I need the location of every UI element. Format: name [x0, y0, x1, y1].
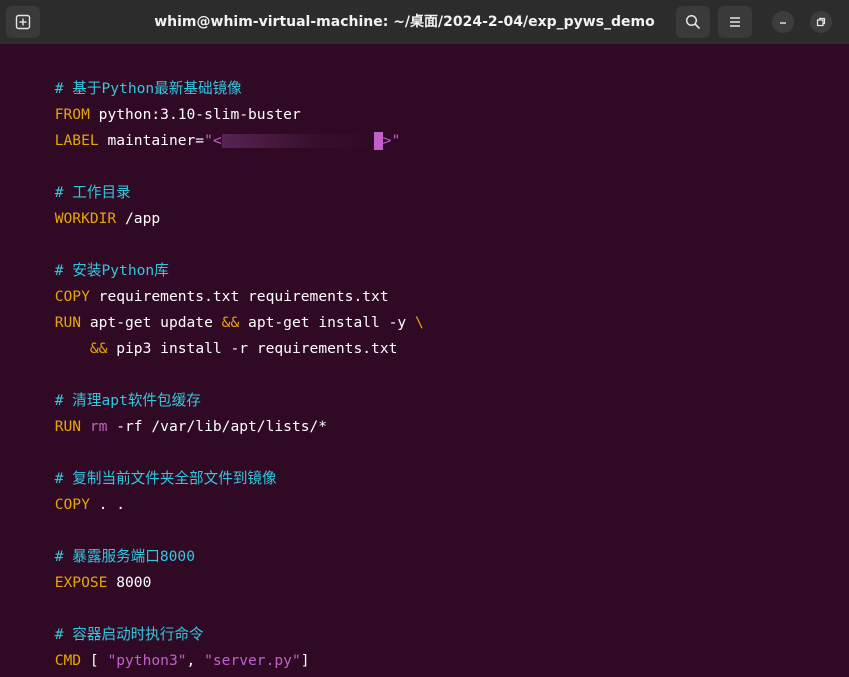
code-line: EXPOSE 8000 — [2, 544, 152, 591]
text-cursor — [373, 132, 383, 150]
code-line: # 暴露服务端口8000 — [2, 518, 195, 565]
code-line: && pip3 install -r requirements.txt — [2, 310, 398, 357]
line-continuation: \ — [414, 314, 424, 331]
code-text: 8000 — [107, 574, 152, 591]
search-icon — [685, 14, 701, 30]
redacted-email — [221, 134, 374, 148]
code-text: -rf /var/lib/apt/lists/* — [107, 418, 328, 435]
keyword: COPY — [54, 496, 90, 513]
new-tab-button[interactable] — [6, 6, 40, 38]
code-text: , — [186, 652, 205, 669]
code-line: # 基于Python最新基础镜像 — [2, 50, 242, 97]
title-bar[interactable]: whim@whim-virtual-machine: ~/桌面/2024-2-0… — [0, 0, 849, 44]
menu-button[interactable] — [718, 6, 752, 38]
operator: && — [89, 340, 108, 357]
code-line: CMD [ "python3", "server.py"] — [2, 622, 310, 669]
code-line: # 安装Python库 — [2, 232, 169, 279]
command-name: rm — [81, 418, 108, 435]
terminal-window: whim@whim-virtual-machine: ~/桌面/2024-2-0… — [0, 0, 849, 677]
code-line: # 容器启动时执行命令 — [2, 596, 204, 643]
keyword: EXPOSE — [54, 574, 108, 591]
minimize-icon — [780, 22, 786, 24]
code-line: FROM python:3.10-slim-buster — [2, 76, 301, 123]
search-button[interactable] — [676, 6, 710, 38]
code-text: pip3 install -r requirements.txt — [107, 340, 398, 357]
code-text: /app — [116, 210, 161, 227]
hamburger-menu-icon — [730, 17, 740, 27]
string-literal: "python3" — [107, 652, 187, 669]
window-title: whim@whim-virtual-machine: ~/桌面/2024-2-0… — [154, 14, 655, 30]
string-literal: "server.py" — [204, 652, 301, 669]
keyword: CMD — [54, 652, 82, 669]
code-line: COPY requirements.txt requirements.txt — [2, 258, 389, 305]
code-line: # 复制当前文件夹全部文件到镜像 — [2, 440, 277, 487]
string-literal: "< — [204, 132, 222, 149]
code-line: WORKDIR /app — [2, 180, 160, 227]
minimize-button[interactable] — [772, 11, 794, 33]
code-line: COPY . . — [2, 466, 125, 513]
code-line: LABEL maintainer="< >" — [2, 102, 400, 150]
keyword: RUN — [54, 418, 82, 435]
code-line: RUN apt-get update && apt-get install -y… — [2, 284, 424, 331]
code-line: # 工作目录 — [2, 154, 131, 201]
code-line: RUN rm -rf /var/lib/apt/lists/* — [2, 388, 327, 435]
terminal-output[interactable]: # 基于Python最新基础镜像 FROM python:3.10-slim-b… — [0, 44, 849, 677]
keyword: WORKDIR — [54, 210, 117, 227]
code-text: maintainer= — [98, 132, 205, 149]
code-text: [ — [81, 652, 108, 669]
keyword: LABEL — [54, 132, 99, 149]
restore-icon — [816, 17, 826, 27]
code-text: . . — [89, 496, 126, 513]
code-line: # 清理apt软件包缓存 — [2, 362, 201, 409]
new-tab-icon — [15, 14, 31, 30]
code-text: ] — [300, 652, 310, 669]
restore-button[interactable] — [810, 11, 832, 33]
string-literal: >" — [382, 132, 401, 149]
